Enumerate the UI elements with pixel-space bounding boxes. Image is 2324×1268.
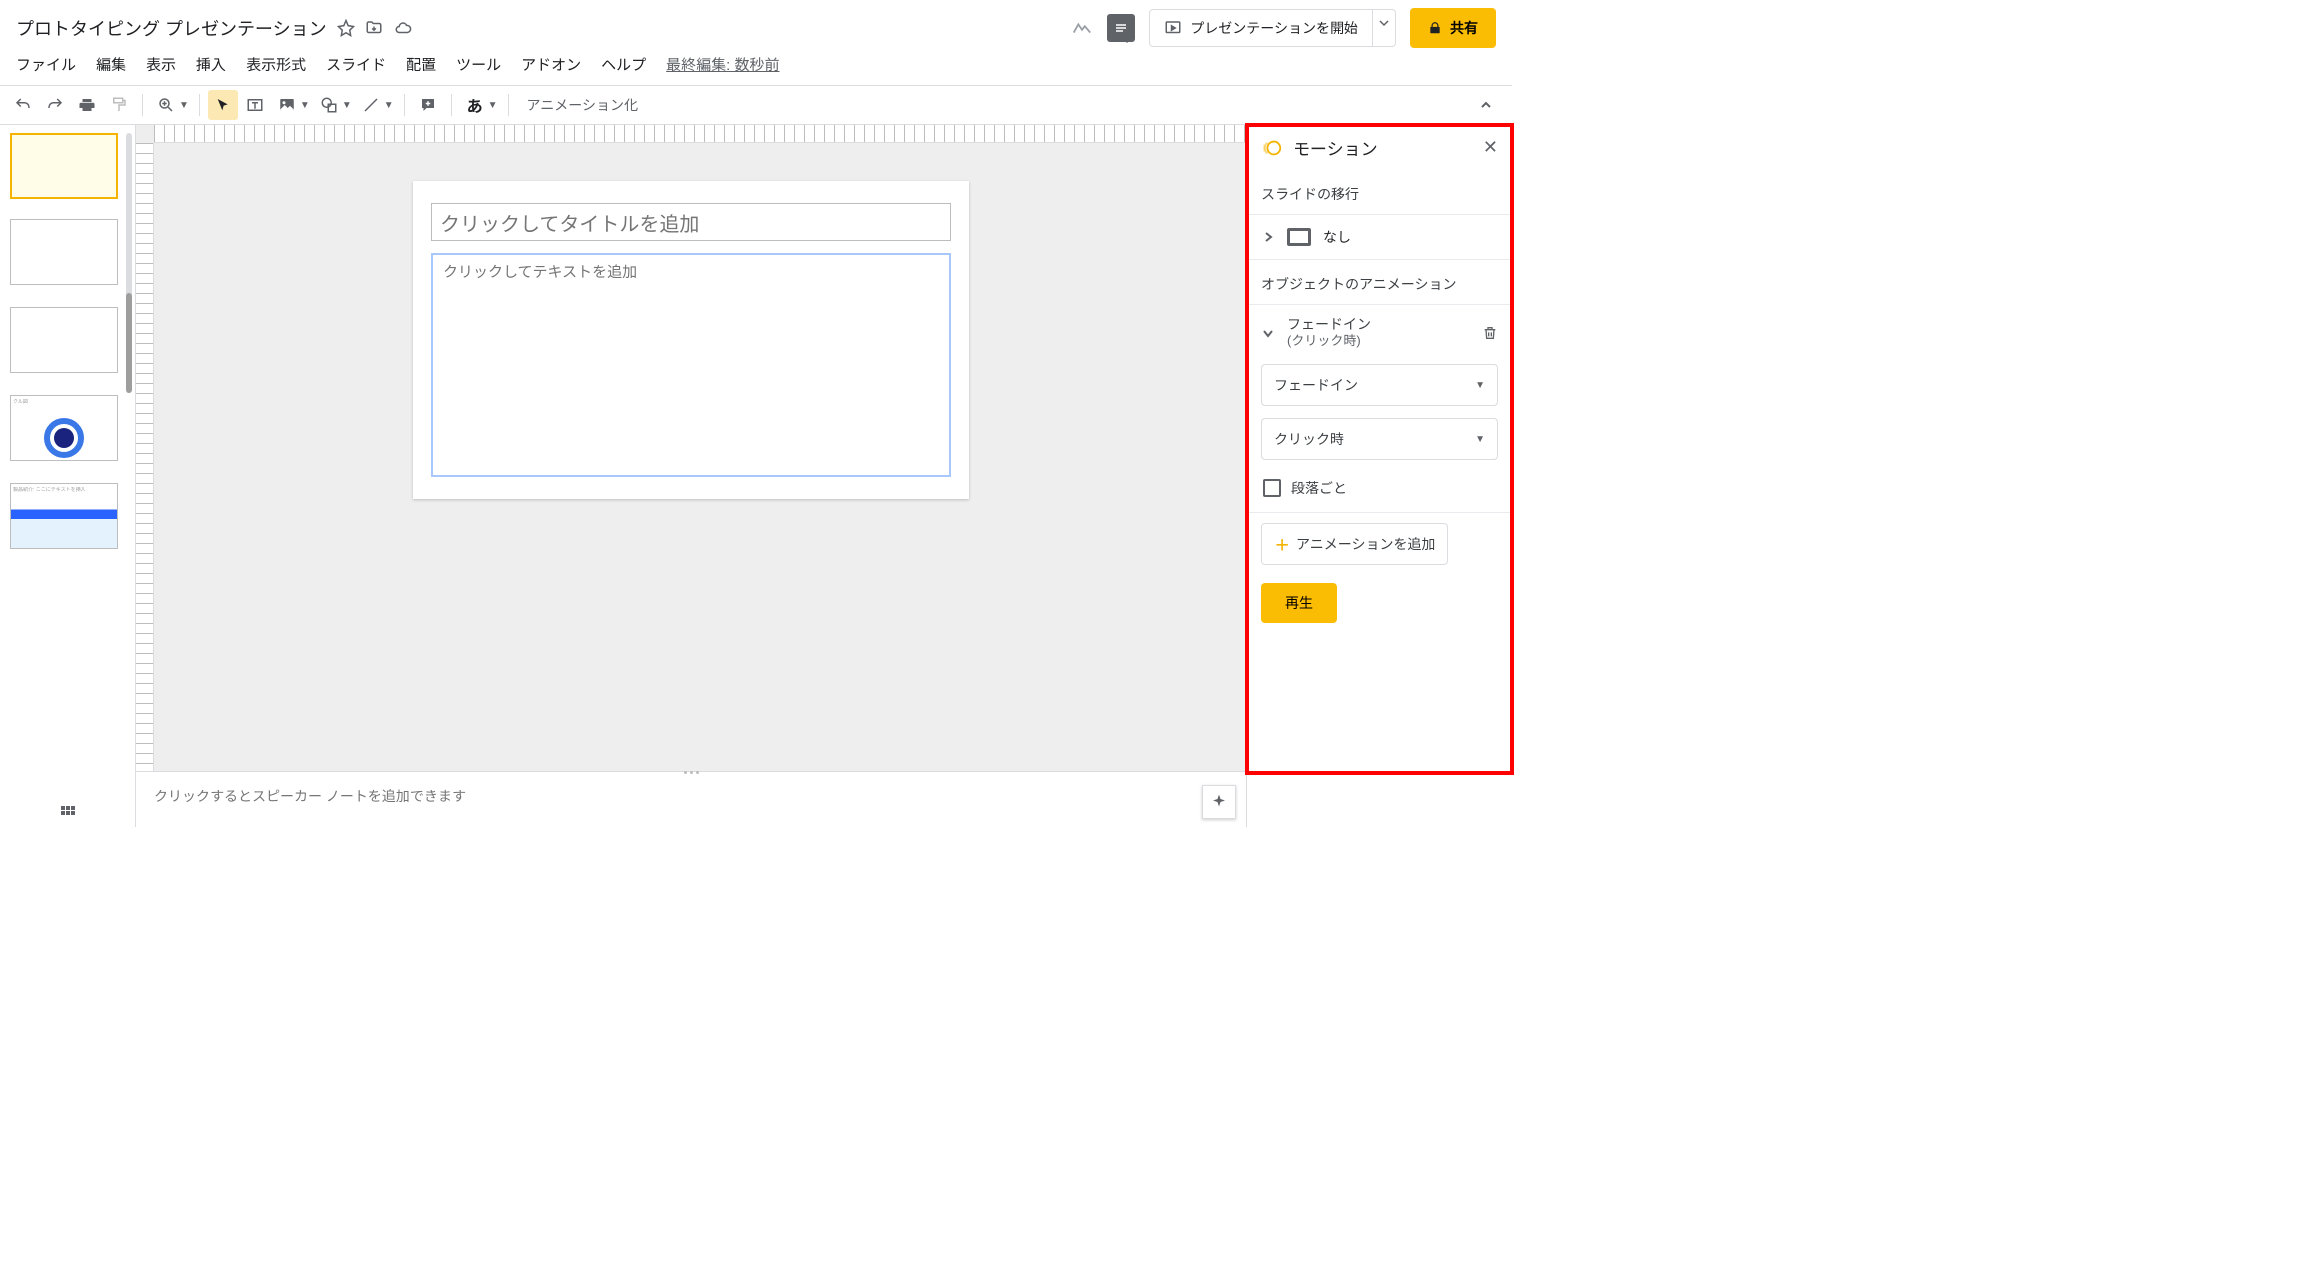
explore-icon[interactable] xyxy=(1202,785,1236,819)
toolbar-separator xyxy=(142,94,143,116)
redo-icon[interactable] xyxy=(40,90,70,120)
activity-icon[interactable] xyxy=(1071,17,1093,39)
slide-thumbnail-5[interactable]: 製品紹介: ここにテキストを挿入 xyxy=(10,483,118,549)
print-icon[interactable] xyxy=(72,90,102,120)
trash-icon[interactable] xyxy=(1482,324,1498,342)
paint-format-icon[interactable] xyxy=(104,90,134,120)
chevron-right-icon xyxy=(1261,230,1275,244)
toolbar-separator xyxy=(508,94,509,116)
menu-file[interactable]: ファイル xyxy=(16,54,76,75)
toolbar: ▼ ▼ ▼ ▼ あ ▼ アニメーション化 xyxy=(0,85,1512,125)
body-placeholder[interactable]: クリックしてテキストを追加 xyxy=(431,253,951,477)
thumb-label: 製品紹介: ここにテキストを挿入 xyxy=(13,486,86,493)
filmstrip-scrollbar[interactable] xyxy=(126,133,132,393)
trigger-value: クリック時 xyxy=(1274,429,1344,449)
document-title[interactable]: プロトタイピング プレゼンテーション xyxy=(16,15,327,41)
share-label: 共有 xyxy=(1450,18,1478,38)
menu-addons[interactable]: アドオン xyxy=(521,54,581,75)
last-edit-link[interactable]: 最終編集: 数秒前 xyxy=(666,54,779,75)
menu-format[interactable]: 表示形式 xyxy=(246,54,306,75)
animation-item-header[interactable]: フェードイン (クリック時) xyxy=(1247,304,1512,358)
present-label: プレゼンテーションを開始 xyxy=(1190,18,1358,38)
menu-view[interactable]: 表示 xyxy=(146,54,176,75)
input-method-icon[interactable]: あ xyxy=(460,90,490,120)
undo-icon[interactable] xyxy=(8,90,38,120)
comments-icon[interactable] xyxy=(1107,14,1135,42)
play-button[interactable]: 再生 xyxy=(1261,583,1337,623)
slide-transition-row[interactable]: なし xyxy=(1247,214,1512,260)
shape-dropdown-icon[interactable]: ▼ xyxy=(342,100,352,111)
trigger-dropdown[interactable]: クリック時 ▼ xyxy=(1261,418,1498,460)
dropdown-caret-icon: ▼ xyxy=(1475,434,1485,445)
title-placeholder[interactable]: クリックしてタイトルを追加 xyxy=(431,203,951,241)
slide-transition-label: スライドの移行 xyxy=(1247,170,1512,214)
slide-thumbnail-4[interactable]: クル図 xyxy=(10,395,118,461)
add-animation-button[interactable]: ＋ アニメーションを追加 xyxy=(1261,523,1448,565)
filmstrip: クル図 製品紹介: ここにテキストを挿入 xyxy=(0,125,136,827)
image-tool-icon[interactable] xyxy=(272,90,302,120)
grid-view-icon[interactable] xyxy=(60,805,76,821)
animation-button[interactable]: アニメーション化 xyxy=(517,95,648,115)
textbox-tool-icon[interactable] xyxy=(240,90,270,120)
menu-insert[interactable]: 挿入 xyxy=(196,54,226,75)
image-dropdown-icon[interactable]: ▼ xyxy=(300,100,310,111)
star-icon[interactable] xyxy=(337,19,355,37)
menu-help[interactable]: ヘルプ xyxy=(601,54,646,75)
toolbar-separator xyxy=(404,94,405,116)
close-icon[interactable]: ✕ xyxy=(1483,137,1498,158)
share-button[interactable]: 共有 xyxy=(1410,8,1496,48)
cloud-status-icon[interactable] xyxy=(393,19,413,37)
menu-arrange[interactable]: 配置 xyxy=(406,54,436,75)
zoom-icon[interactable] xyxy=(151,90,181,120)
notes-placeholder-text: クリックするとスピーカー ノートを追加できます xyxy=(154,788,466,804)
collapse-toolbar-icon[interactable] xyxy=(1480,99,1504,111)
select-tool-icon[interactable] xyxy=(208,90,238,120)
transition-value: なし xyxy=(1323,227,1351,247)
menu-tools[interactable]: ツール xyxy=(456,54,501,75)
title-bar: プロトタイピング プレゼンテーション プレゼンテーションを開始 共有 xyxy=(0,0,1512,50)
menu-edit[interactable]: 編集 xyxy=(96,54,126,75)
chevron-down-icon xyxy=(1261,326,1275,340)
notes-resize-handle[interactable] xyxy=(676,771,706,777)
present-button[interactable]: プレゼンテーションを開始 xyxy=(1149,9,1373,47)
slide-canvas[interactable]: クリックしてタイトルを追加 クリックしてテキストを追加 xyxy=(413,181,969,499)
object-animation-label: オブジェクトのアニメーション xyxy=(1247,260,1512,304)
plus-icon: ＋ xyxy=(1274,532,1290,556)
by-paragraph-label: 段落ごと xyxy=(1291,478,1347,498)
menu-bar: ファイル 編集 表示 挿入 表示形式 スライド 配置 ツール アドオン ヘルプ … xyxy=(0,50,1512,85)
canvas-area: クリックしてタイトルを追加 クリックしてテキストを追加 クリックするとスピーカー… xyxy=(136,125,1246,827)
add-comment-icon[interactable] xyxy=(413,90,443,120)
motion-panel: モーション ✕ スライドの移行 なし オブジェクトのアニメーション フェードイン… xyxy=(1246,125,1512,827)
toolbar-separator xyxy=(451,94,452,116)
slide-thumbnail-1[interactable] xyxy=(10,133,118,199)
slide-thumbnail-3[interactable] xyxy=(10,307,118,373)
shape-tool-icon[interactable] xyxy=(314,90,344,120)
slide-icon xyxy=(1287,228,1311,246)
present-dropdown[interactable] xyxy=(1373,9,1396,47)
animation-name: フェードイン xyxy=(1287,315,1470,333)
line-dropdown-icon[interactable]: ▼ xyxy=(384,100,394,111)
slide-thumbnail-2[interactable] xyxy=(10,219,118,285)
animation-type-value: フェードイン xyxy=(1274,375,1358,395)
by-paragraph-checkbox[interactable] xyxy=(1263,479,1281,497)
speaker-notes[interactable]: クリックするとスピーカー ノートを追加できます xyxy=(136,771,1246,827)
zoom-dropdown-icon[interactable]: ▼ xyxy=(179,100,189,111)
input-method-dropdown-icon[interactable]: ▼ xyxy=(488,100,498,111)
toolbar-separator xyxy=(199,94,200,116)
animation-type-dropdown[interactable]: フェードイン ▼ xyxy=(1261,364,1498,406)
animation-trigger-sub: (クリック時) xyxy=(1287,333,1470,350)
add-animation-label: アニメーションを追加 xyxy=(1296,534,1435,554)
motion-icon xyxy=(1261,137,1283,159)
dropdown-caret-icon: ▼ xyxy=(1475,380,1485,391)
move-to-folder-icon[interactable] xyxy=(365,19,383,37)
menu-slide[interactable]: スライド xyxy=(326,54,386,75)
horizontal-ruler xyxy=(154,125,1246,143)
motion-panel-title: モーション xyxy=(1293,135,1378,160)
line-tool-icon[interactable] xyxy=(356,90,386,120)
thumb-label: クル図 xyxy=(13,398,28,405)
